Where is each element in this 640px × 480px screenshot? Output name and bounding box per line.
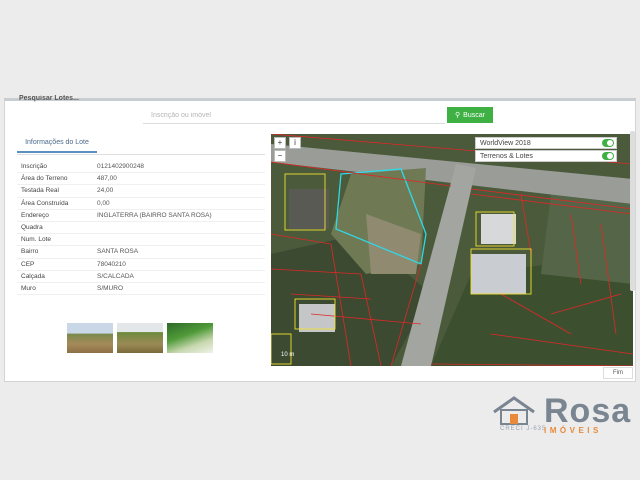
info-button[interactable]: i — [289, 137, 301, 149]
field-value: S/CALCADA — [97, 272, 134, 280]
field-label: CEP — [21, 260, 35, 268]
map-imagery — [271, 134, 633, 366]
table-row: Endereço INGLATERRA (BAIRRO SANTA ROSA) — [17, 210, 265, 222]
page-title: Pesquisar Lotes... — [19, 95, 79, 102]
tab-divider — [17, 154, 265, 155]
zoom-in-button[interactable]: + — [274, 137, 286, 149]
field-label: Testada Real — [21, 187, 59, 195]
table-row: Inscrição 0121402900248 — [17, 161, 265, 174]
field-value: 78040210 — [97, 260, 126, 268]
table-row: Muro S/MURO — [17, 283, 265, 296]
layer-lots[interactable]: Terrenos & Lotes — [475, 150, 617, 162]
field-label: Calçada — [21, 272, 45, 280]
brand-logo: Rosa CRECI J-635 IMÓVEIS — [490, 392, 636, 442]
brand-creci: CRECI J-635 — [500, 426, 547, 432]
tab-lot-info[interactable]: Informações do Lote — [17, 139, 97, 153]
field-label: Inscrição — [21, 163, 48, 171]
layer-toggle[interactable] — [602, 152, 614, 160]
layer-worldview[interactable]: WorldView 2018 — [475, 137, 617, 149]
field-label: Endereço — [21, 211, 49, 219]
photo-gallery — [67, 323, 217, 355]
brand-subtitle: IMÓVEIS — [544, 426, 602, 435]
lot-photo-thumbnail[interactable] — [117, 323, 163, 353]
field-value: 24,00 — [97, 187, 114, 195]
lot-photo-thumbnail[interactable] — [67, 323, 113, 353]
field-label: Quadra — [21, 224, 43, 232]
map-scale: 10 m — [281, 352, 295, 358]
table-row: Num. Lote — [17, 234, 265, 247]
satellite-map[interactable]: + − i WorldView 2018 Terrenos & Lotes 10… — [271, 134, 633, 366]
house-icon — [493, 396, 535, 425]
app-window: Pesquisar Lotes... ⚲ Buscar Informações … — [4, 95, 636, 382]
lot-photo-thumbnail[interactable] — [167, 323, 213, 353]
table-row: Quadra — [17, 222, 265, 235]
table-row: Calçada S/CALCADA — [17, 271, 265, 283]
scrollbar[interactable] — [630, 131, 635, 291]
search-button[interactable]: ⚲ Buscar — [447, 107, 493, 123]
map-attribution: Fim — [603, 367, 633, 379]
zoom-out-button[interactable]: − — [274, 150, 286, 162]
table-row: Área do Terreno 487,00 — [17, 173, 265, 186]
layer-switcher: WorldView 2018 Terrenos & Lotes — [475, 137, 617, 163]
search-icon: ⚲ — [455, 112, 461, 119]
field-value: INGLATERRA (BAIRRO SANTA ROSA) — [97, 211, 212, 219]
field-label: Muro — [21, 284, 36, 292]
search-button-label: Buscar — [463, 111, 485, 119]
field-value: 0,00 — [97, 199, 110, 207]
layer-toggle[interactable] — [602, 139, 614, 147]
field-value: SANTA ROSA — [97, 248, 139, 256]
field-label: Área Construída — [21, 199, 69, 207]
table-row: Testada Real 24,00 — [17, 185, 265, 198]
field-label: Bairro — [21, 248, 39, 256]
table-row: Área Construída 0,00 — [17, 198, 265, 210]
field-label: Num. Lote — [21, 236, 51, 244]
layer-label: WorldView 2018 — [480, 139, 531, 147]
lot-info-table: Inscrição 0121402900248 Área do Terreno 48… — [17, 161, 265, 296]
field-value: S/MURO — [97, 284, 123, 292]
field-value: 487,00 — [97, 175, 117, 183]
search-input[interactable] — [143, 108, 445, 124]
table-row: CEP 78040210 — [17, 259, 265, 271]
field-label: Área do Terreno — [21, 175, 68, 183]
field-value: 0121402900248 — [97, 163, 144, 171]
layer-label: Terrenos & Lotes — [480, 152, 533, 160]
table-row: Bairro SANTA ROSA — [17, 246, 265, 259]
